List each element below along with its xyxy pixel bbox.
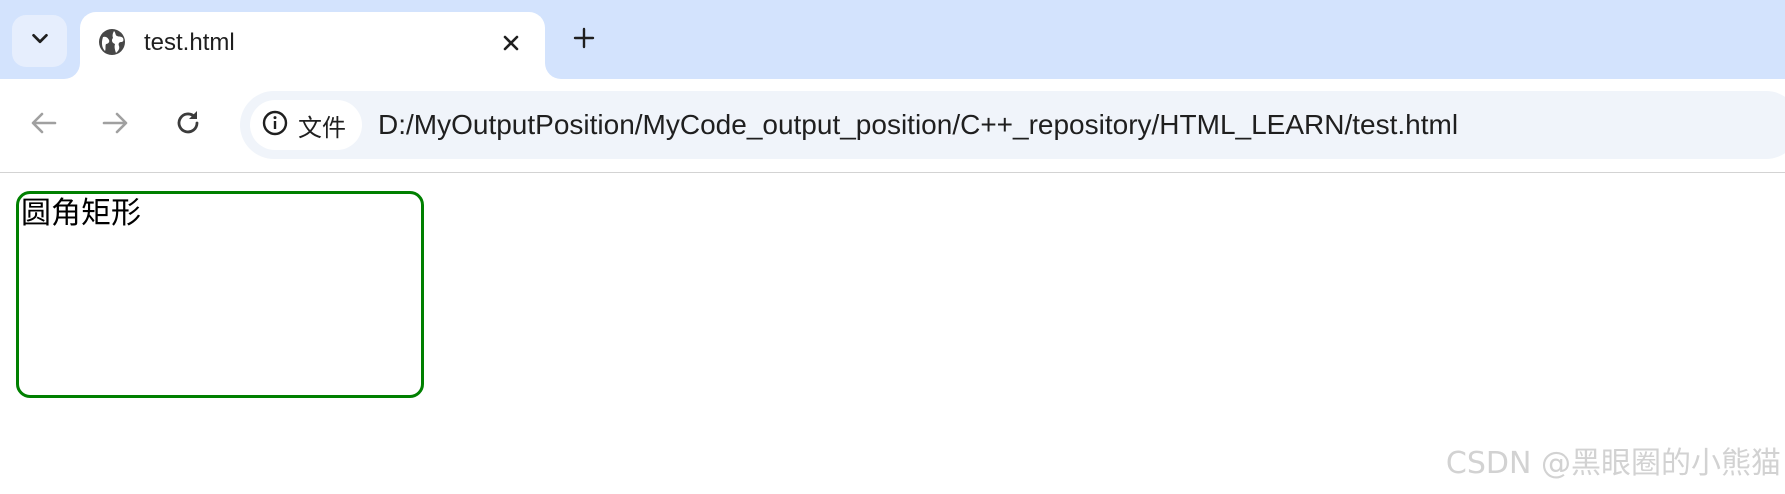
site-info-label: 文件 <box>298 113 346 142</box>
reload-button[interactable] <box>168 105 208 145</box>
tab-search-button[interactable] <box>12 15 67 67</box>
arrow-right-icon <box>100 108 130 143</box>
tab-active[interactable]: test.html <box>80 12 545 79</box>
tab-title: test.html <box>144 29 235 56</box>
info-icon <box>262 110 288 141</box>
forward-button[interactable] <box>95 105 135 145</box>
watermark: CSDN @黑眼圈的小熊猫 <box>1445 446 1781 481</box>
tab-strip: test.html <box>0 0 1785 79</box>
site-info-chip[interactable]: 文件 <box>250 100 362 150</box>
page-content: 圆角矩形 CSDN @黑眼圈的小熊猫 <box>0 174 1785 494</box>
new-tab-button[interactable] <box>566 22 602 58</box>
address-bar[interactable]: 文件 D:/MyOutputPosition/MyCode_output_pos… <box>240 91 1785 159</box>
browser-window: test.html 文件 D:/MyOutputPosition/MyCode_… <box>0 0 1785 494</box>
reload-icon <box>173 108 203 143</box>
plus-icon <box>572 26 596 55</box>
globe-icon <box>97 27 127 57</box>
arrow-left-icon <box>29 108 59 143</box>
chevron-down-icon <box>29 28 51 55</box>
url-text[interactable]: D:/MyOutputPosition/MyCode_output_positi… <box>378 109 1458 141</box>
back-button[interactable] <box>24 105 64 145</box>
rounded-rectangle: 圆角矩形 <box>16 191 424 398</box>
rounded-rectangle-text: 圆角矩形 <box>21 196 141 231</box>
close-icon[interactable] <box>496 28 526 58</box>
toolbar: 文件 D:/MyOutputPosition/MyCode_output_pos… <box>0 79 1785 173</box>
